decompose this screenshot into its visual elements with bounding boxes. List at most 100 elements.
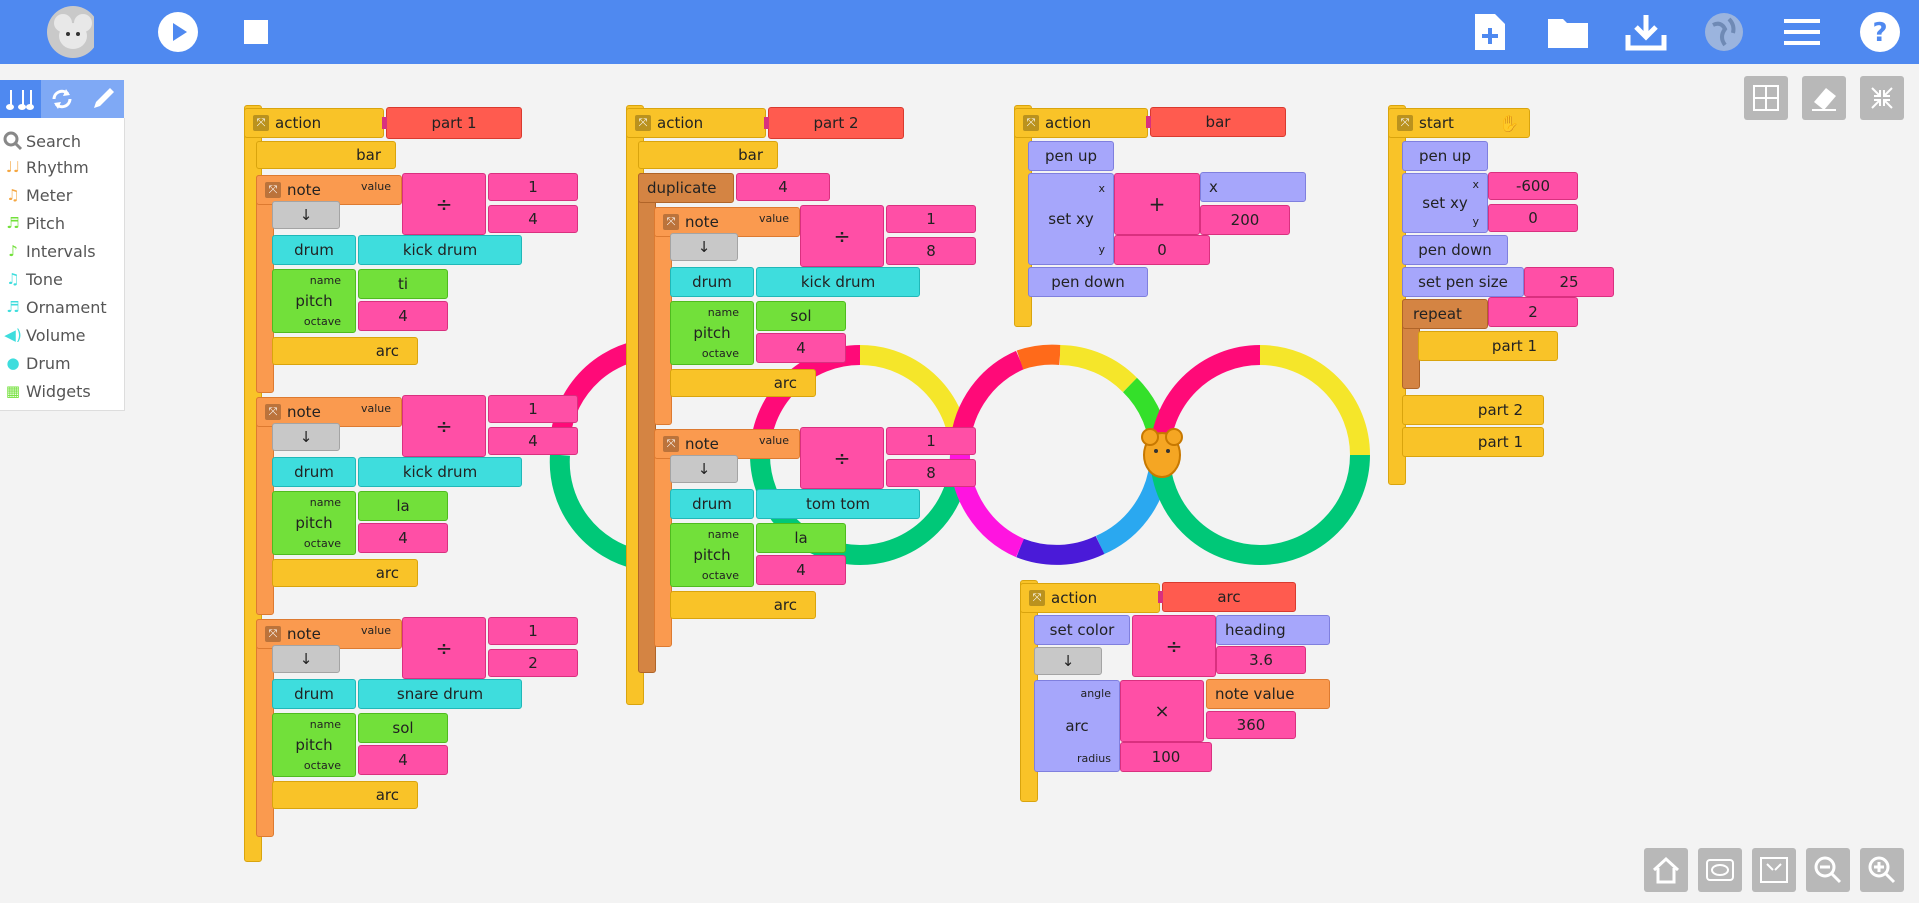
palette-item-pitch[interactable]: ♬ Pitch	[0, 210, 124, 236]
drum-block[interactable]: drum	[670, 267, 754, 297]
divide-block[interactable]: ÷	[1132, 615, 1216, 677]
open-folder-icon[interactable]	[1544, 8, 1592, 56]
refresh-icon[interactable]	[41, 80, 82, 118]
start-block[interactable]: ⤧ start ✋	[1388, 108, 1530, 138]
action-block[interactable]: ⤧ action	[244, 108, 384, 138]
arc-call-block[interactable]: arc	[670, 369, 816, 397]
action-name[interactable]: part 1	[382, 107, 522, 139]
drum-name[interactable]: snare drum	[358, 679, 522, 709]
palette-item-intervals[interactable]: ♪ Intervals	[0, 238, 124, 264]
arc-call-block[interactable]: arc	[272, 559, 418, 587]
collapse-icon[interactable]: ⤧	[265, 626, 281, 642]
palette-item-widgets[interactable]: ▦ Widgets	[0, 378, 124, 404]
numerator[interactable]: 1	[488, 395, 578, 423]
stop-icon[interactable]	[232, 8, 280, 56]
divide-block[interactable]: ÷	[402, 395, 486, 457]
arrow-block[interactable]: ↓	[272, 201, 340, 229]
repeat-block[interactable]: repeat	[1402, 299, 1488, 329]
arrow-block[interactable]: ↓	[272, 423, 340, 451]
multiplier-value[interactable]: 360	[1206, 711, 1296, 739]
hide-blocks-icon[interactable]	[1698, 848, 1742, 892]
drum-block[interactable]: drum	[272, 679, 356, 709]
pitch-name[interactable]: sol	[358, 713, 448, 743]
pitch-block[interactable]: name pitch octave	[670, 301, 754, 365]
denominator[interactable]: 8	[886, 237, 976, 265]
arrow-block[interactable]: ↓	[670, 455, 738, 483]
denominator[interactable]: 8	[886, 459, 976, 487]
arc-call-block[interactable]: arc	[272, 781, 418, 809]
pitch-name[interactable]: la	[756, 523, 846, 553]
pitch-block[interactable]: name pitch octave	[670, 523, 754, 587]
save-download-icon[interactable]	[1622, 8, 1670, 56]
divisor-value[interactable]: 3.6	[1216, 646, 1306, 674]
divide-block[interactable]: ÷	[800, 427, 884, 489]
part1-call-block[interactable]: part 1	[1402, 427, 1544, 457]
duplicate-block[interactable]: duplicate	[638, 173, 734, 203]
hand-run-icon[interactable]: ✋	[1499, 114, 1519, 133]
duplicate-count[interactable]: 4	[736, 173, 830, 201]
octave-value[interactable]: 4	[358, 745, 448, 775]
multiply-block[interactable]: ×	[1120, 680, 1204, 742]
action-name[interactable]: part 2	[764, 107, 904, 139]
palette-item-volume[interactable]: ◀) Volume	[0, 322, 124, 348]
music-notes-icon[interactable]	[0, 80, 41, 118]
pitch-block[interactable]: name pitch octave	[272, 269, 356, 333]
set-xy-block[interactable]: x set xy y	[1402, 173, 1488, 233]
drum-block[interactable]: drum	[670, 489, 754, 519]
drum-name[interactable]: kick drum	[358, 235, 522, 265]
zoom-out-icon[interactable]	[1806, 848, 1850, 892]
collapse-icon[interactable]: ⤧	[265, 404, 281, 420]
language-globe-icon[interactable]	[1700, 8, 1748, 56]
action-name[interactable]: arc	[1158, 582, 1296, 612]
divide-block[interactable]: ÷	[800, 205, 884, 267]
arrow-block[interactable]: ↓	[272, 645, 340, 673]
heading-block[interactable]: heading	[1216, 615, 1330, 645]
pitch-block[interactable]: name pitch octave	[272, 491, 356, 555]
y-value[interactable]: 0	[1488, 204, 1578, 232]
palette-item-search[interactable]: Search	[0, 128, 124, 154]
action-block[interactable]: ⤧ action	[1020, 583, 1160, 613]
octave-value[interactable]: 4	[358, 301, 448, 331]
repeat-count[interactable]: 2	[1488, 297, 1578, 327]
octave-value[interactable]: 4	[756, 333, 846, 363]
grid-icon[interactable]	[1744, 76, 1788, 120]
x-value[interactable]: -600	[1488, 172, 1578, 200]
collapse-icon[interactable]: ⤧	[1029, 590, 1045, 606]
denominator[interactable]: 4	[488, 205, 578, 233]
zoom-in-icon[interactable]	[1860, 848, 1904, 892]
pen-up-block[interactable]: pen up	[1402, 141, 1488, 171]
collapse-icon[interactable]: ⤧	[1023, 115, 1039, 131]
collapse-icon[interactable]: ⤧	[1397, 115, 1413, 131]
numerator[interactable]: 1	[488, 173, 578, 201]
collapse-icon[interactable]	[1860, 76, 1904, 120]
arc-block[interactable]: angle arc radius	[1034, 680, 1120, 772]
divide-block[interactable]: ÷	[402, 173, 486, 235]
play-icon[interactable]	[154, 8, 202, 56]
set-color-block[interactable]: set color	[1034, 615, 1130, 645]
action-block[interactable]: ⤧ action	[1014, 108, 1148, 138]
action-name[interactable]: bar	[1146, 107, 1286, 137]
palette-item-drum[interactable]: ● Drum	[0, 350, 124, 376]
palette-item-ornament[interactable]: ♬ Ornament	[0, 294, 124, 320]
drum-block[interactable]: drum	[272, 457, 356, 487]
home-icon[interactable]	[1644, 848, 1688, 892]
set-xy-block[interactable]: x set xy y	[1028, 173, 1114, 265]
pitch-name[interactable]: ti	[358, 269, 448, 299]
collapse-icon[interactable]: ⤧	[253, 115, 269, 131]
pen-size-value[interactable]: 25	[1524, 267, 1614, 297]
numerator[interactable]: 1	[886, 205, 976, 233]
arrow-block[interactable]: ↓	[670, 233, 738, 261]
pitch-block[interactable]: name pitch octave	[272, 713, 356, 777]
bar-block[interactable]: bar	[256, 141, 396, 169]
help-icon[interactable]: ?	[1856, 8, 1904, 56]
numerator[interactable]: 1	[488, 617, 578, 645]
mouse-logo[interactable]	[46, 6, 94, 58]
clear-eraser-icon[interactable]	[1802, 76, 1846, 120]
denominator[interactable]: 2	[488, 649, 578, 677]
pen-icon[interactable]	[82, 80, 123, 118]
collapse-icon[interactable]: ⤧	[265, 182, 281, 198]
radius-value[interactable]: 100	[1120, 742, 1212, 772]
plus-block[interactable]: +	[1114, 173, 1200, 235]
y-value[interactable]: 0	[1114, 235, 1210, 265]
pitch-name[interactable]: la	[358, 491, 448, 521]
